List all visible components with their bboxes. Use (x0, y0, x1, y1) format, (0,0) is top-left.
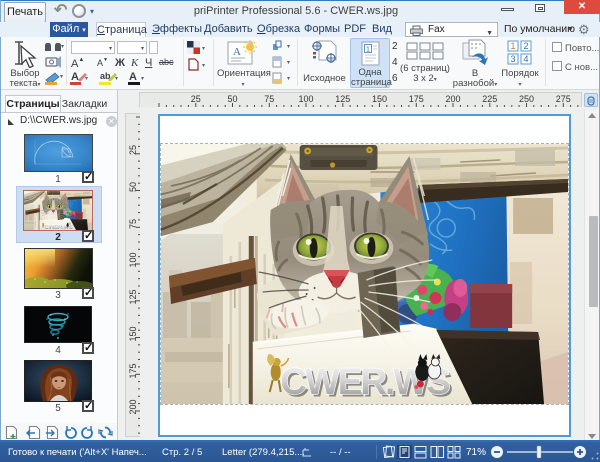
svg-text:175: 175 (409, 94, 424, 104)
svg-text:200: 200 (128, 399, 138, 414)
svg-text:75: 75 (264, 94, 274, 104)
svg-text:125: 125 (335, 94, 350, 104)
svg-text:100: 100 (128, 252, 138, 267)
svg-text:200: 200 (445, 94, 460, 104)
svg-text:1: 1 (366, 47, 370, 54)
svg-text:2: 2 (524, 41, 529, 51)
svg-text:275: 275 (556, 94, 571, 104)
svg-text:150: 150 (372, 94, 387, 104)
svg-text:А: А (233, 46, 241, 58)
svg-text:3: 3 (511, 54, 516, 64)
svg-text:1: 1 (511, 41, 516, 51)
svg-text:25: 25 (191, 94, 201, 104)
svg-text:225: 225 (482, 94, 497, 104)
svg-text:175: 175 (128, 363, 138, 378)
svg-text:150: 150 (128, 326, 138, 341)
svg-text:50: 50 (227, 94, 237, 104)
svg-text:125: 125 (128, 289, 138, 304)
svg-text:4: 4 (524, 54, 529, 64)
svg-text:250: 250 (519, 94, 534, 104)
svg-text:100: 100 (298, 94, 313, 104)
